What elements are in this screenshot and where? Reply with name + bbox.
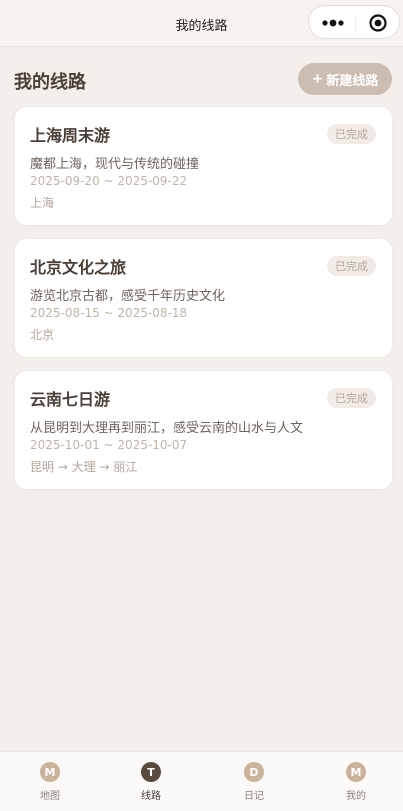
new-route-button-label: 新建线路 bbox=[326, 73, 379, 89]
bottom-tab-bar: M 地图 T 线路 D 日记 M 我的 bbox=[0, 751, 403, 811]
close-mini-program-icon[interactable] bbox=[368, 13, 388, 33]
route-description: 魔都上海，现代与传统的碰撞 bbox=[30, 157, 200, 172]
route-card[interactable]: 北京文化之旅 已完成 游览北京古都，感受千年历史文化 2025-08-15 ~ … bbox=[15, 239, 392, 357]
tab-routes[interactable]: T 线路 bbox=[101, 752, 201, 811]
route-card[interactable]: 云南七日游 已完成 从昆明到大理再到丽江，感受云南的山水与人文 2025-10-… bbox=[15, 371, 392, 489]
route-dates: 2025-08-15 ~ 2025-08-18 bbox=[30, 306, 188, 320]
capsule-divider bbox=[355, 14, 356, 32]
route-places: 上海 bbox=[30, 196, 55, 210]
tab-profile[interactable]: M 我的 bbox=[306, 752, 403, 811]
tab-label: 日记 bbox=[244, 791, 264, 802]
route-dates: 2025-10-01 ~ 2025-10-07 bbox=[30, 438, 188, 452]
route-places: 北京 bbox=[30, 328, 55, 342]
tab-map[interactable]: M 地图 bbox=[0, 752, 100, 811]
route-description: 从昆明到大理再到丽江，感受云南的山水与人文 bbox=[30, 421, 304, 436]
route-description: 游览北京古都，感受千年历史文化 bbox=[30, 289, 226, 304]
status-badge: 已完成 bbox=[327, 388, 376, 408]
navigation-bar: 我的线路 bbox=[0, 0, 403, 47]
profile-icon: M bbox=[346, 762, 366, 782]
tab-label: 地图 bbox=[40, 791, 60, 802]
route-title: 北京文化之旅 bbox=[30, 258, 127, 277]
page-title: 我的线路 bbox=[14, 72, 86, 93]
plus-icon: + bbox=[311, 71, 324, 87]
route-title: 云南七日游 bbox=[30, 390, 111, 409]
route-dates: 2025-09-20 ~ 2025-09-22 bbox=[30, 174, 188, 188]
mini-program-capsule bbox=[308, 5, 400, 39]
status-badge: 已完成 bbox=[327, 124, 376, 144]
route-title: 上海周末游 bbox=[30, 126, 111, 145]
tab-label: 我的 bbox=[346, 791, 366, 802]
new-route-button[interactable]: + 新建线路 bbox=[298, 63, 392, 95]
route-places: 昆明 → 大理 → 丽江 bbox=[30, 460, 138, 474]
tab-diary[interactable]: D 日记 bbox=[204, 752, 304, 811]
diary-icon: D bbox=[244, 762, 264, 782]
route-card[interactable]: 上海周末游 已完成 魔都上海，现代与传统的碰撞 2025-09-20 ~ 202… bbox=[15, 107, 392, 225]
route-icon: T bbox=[141, 762, 161, 782]
map-icon: M bbox=[40, 762, 60, 782]
app-root: 我的线路 我的线路 + 新建线路 上海周末游 已完成 魔都上海，现代与传统的碰撞… bbox=[0, 0, 403, 811]
tab-label: 线路 bbox=[141, 791, 161, 802]
more-options-icon[interactable] bbox=[322, 18, 346, 28]
status-badge: 已完成 bbox=[327, 256, 376, 276]
